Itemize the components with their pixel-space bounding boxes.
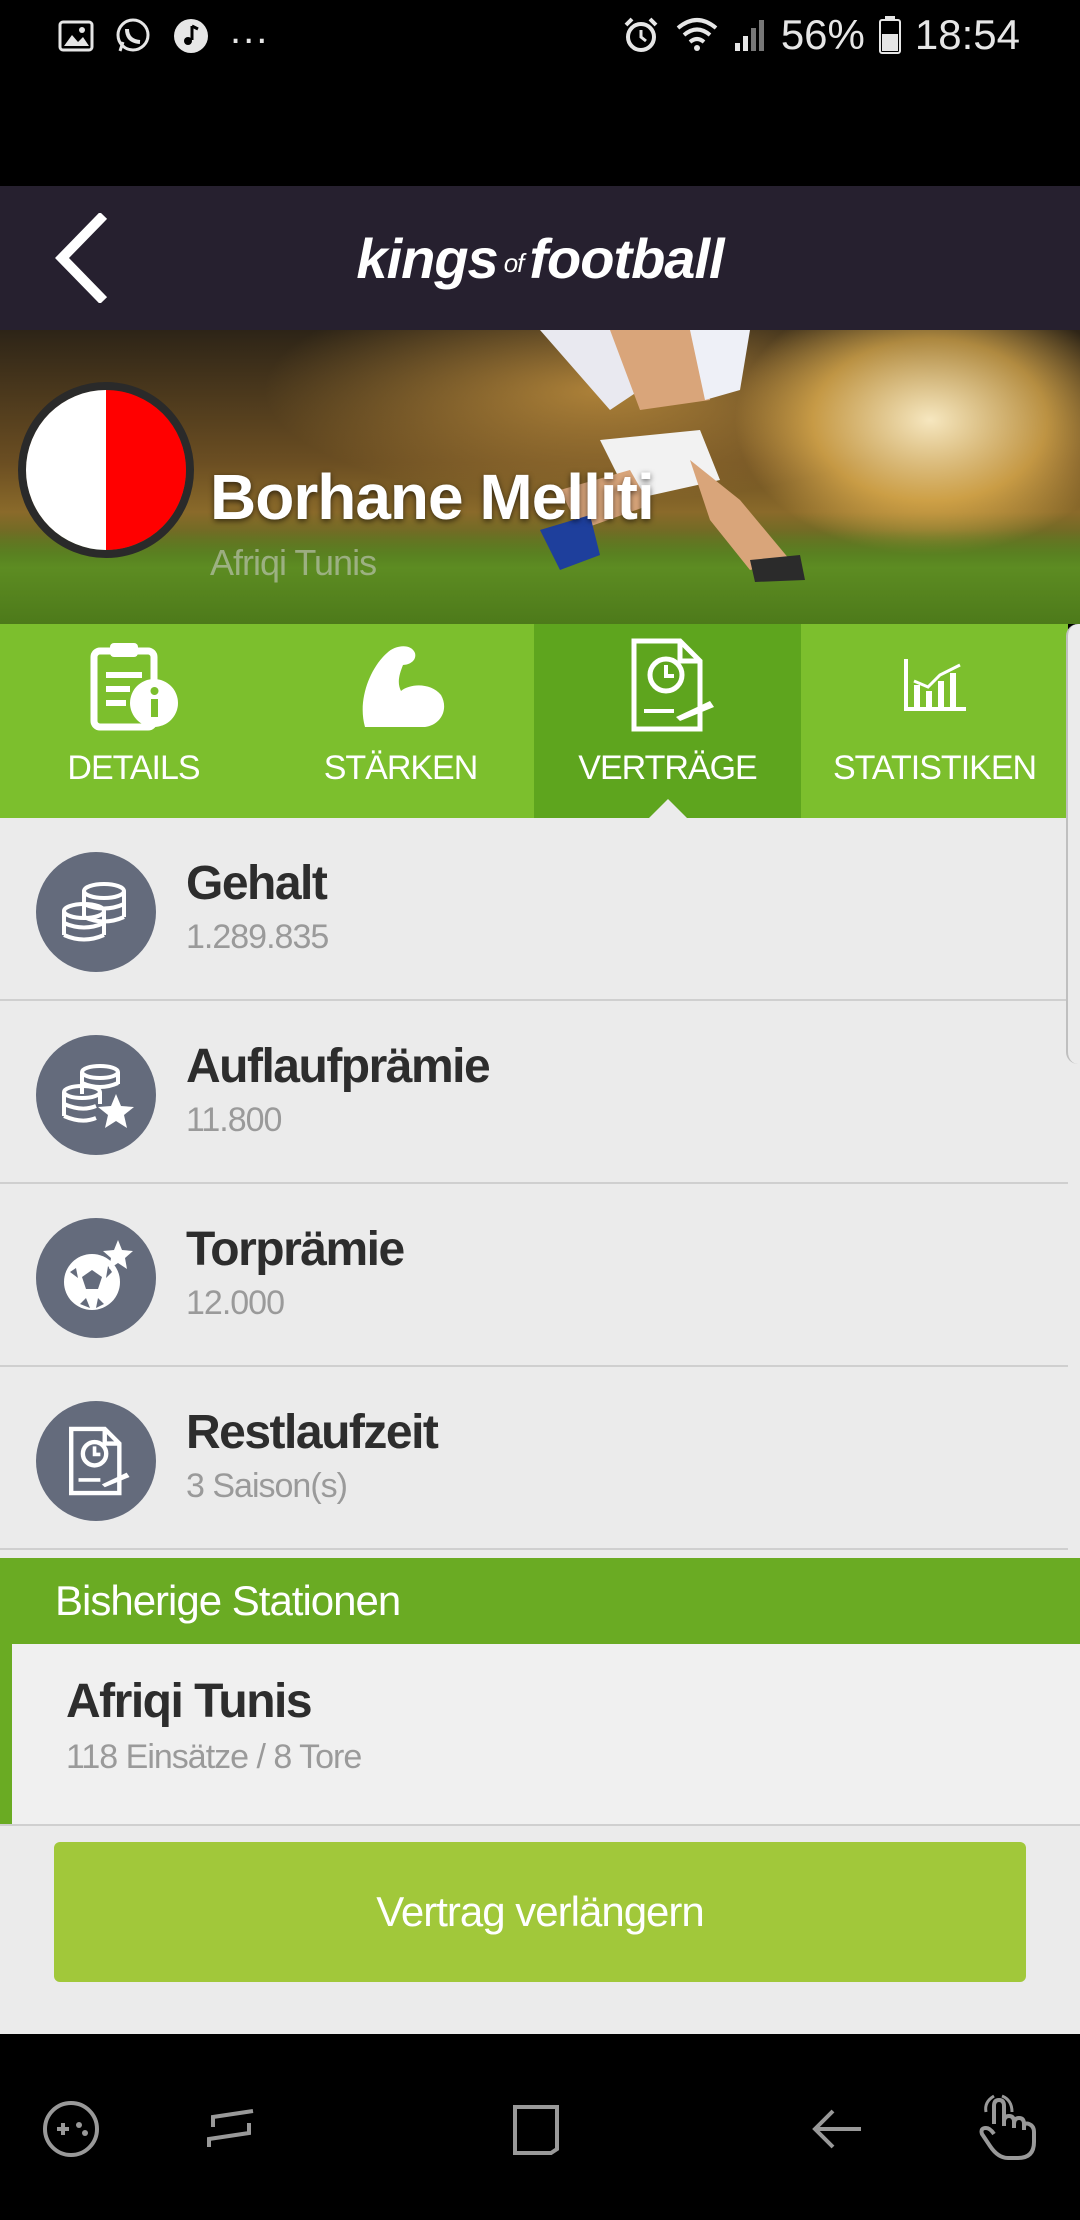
row-title: Gehalt: [186, 857, 328, 910]
whatsapp-notification-icon: [116, 18, 150, 52]
row-value: 12.000: [186, 1284, 285, 1322]
system-status: 56% 18:54: [621, 10, 1020, 60]
list-item-restlaufzeit: Restlaufzeit 3 Saison(s): [0, 1367, 1068, 1550]
game-tools-button[interactable]: [26, 2084, 116, 2174]
chevron-left-icon: [55, 213, 108, 303]
row-value: 11.800: [186, 1101, 282, 1139]
contract-content: Gehalt 1.289.835 Auflaufprämie 11.800 To…: [0, 818, 1080, 2034]
station-stats: 118 Einsätze / 8 Tore: [66, 1738, 362, 1776]
row-title: Auflaufprämie: [186, 1040, 491, 1093]
battery-percent: 56%: [780, 11, 865, 58]
coins-star-icon: [36, 1035, 156, 1155]
wifi-icon: [676, 18, 718, 51]
home-button[interactable]: [490, 2084, 580, 2174]
station-club-name: Afriqi Tunis: [66, 1675, 313, 1728]
list-item-gehalt: Gehalt 1.289.835: [0, 818, 1068, 1001]
gallery-notification-icon: [58, 20, 94, 52]
contract-clock-icon: [613, 635, 723, 735]
tab-vertraege-label: VERTRÄGE: [578, 749, 757, 787]
active-tab-indicator: [647, 799, 688, 819]
row-title: Restlaufzeit: [186, 1406, 439, 1459]
player-name: Borhane Melliti: [210, 461, 655, 533]
battery-icon: [878, 16, 901, 54]
app-header: kings of football: [0, 186, 1080, 330]
tab-staerken-label: STÄRKEN: [323, 749, 479, 787]
player-hero-banner: Borhane Melliti Afriqi Tunis: [0, 330, 1080, 624]
system-nav-bar: [0, 2034, 1080, 2220]
back-button[interactable]: [30, 206, 130, 310]
clock-time: 18:54: [914, 11, 1020, 58]
club-crest: [18, 382, 194, 558]
crest-white-half: [26, 390, 106, 550]
back-nav-button[interactable]: [792, 2084, 882, 2174]
contract-clock-icon: [36, 1401, 156, 1521]
section-header-stations: Bisherige Stationen: [0, 1558, 1080, 1644]
row-title: Torprämie: [186, 1223, 405, 1276]
more-notifications: ...: [230, 7, 270, 52]
signal-icon: [734, 20, 764, 51]
tab-details[interactable]: DETAILS: [0, 624, 267, 818]
clipboard-info-icon: [79, 635, 189, 735]
back-arrow-icon: [812, 2109, 861, 2149]
notification-icons: ...: [58, 8, 269, 56]
tab-staerken[interactable]: STÄRKEN: [267, 624, 534, 818]
row-value: 3 Saison(s): [186, 1467, 348, 1505]
bar-chart-icon: [880, 635, 990, 735]
tab-statistiken-label: STATISTIKEN: [832, 749, 1037, 787]
extend-contract-button[interactable]: Vertrag verlängern: [54, 1842, 1026, 1982]
logo-kings: kings: [356, 226, 498, 290]
list-item-station: Afriqi Tunis 118 Einsätze / 8 Tore: [0, 1644, 1080, 1826]
tab-vertraege[interactable]: VERTRÄGE: [534, 624, 801, 819]
flexed-arm-icon: [346, 635, 456, 735]
list-item-auflaufpraemie: Auflaufprämie 11.800: [0, 1001, 1068, 1184]
gesture-button[interactable]: [962, 2084, 1052, 2174]
home-square-icon: [513, 2105, 559, 2155]
status-bar: ... 56% 18:54: [0, 0, 1080, 186]
tab-statistiken[interactable]: STATISTIKEN: [801, 624, 1068, 818]
station-accent: [0, 1644, 12, 1824]
alarm-icon: [624, 17, 658, 52]
tab-details-label: DETAILS: [67, 749, 200, 787]
tab-bar: DETAILS STÄRKEN VERTRÄGE STATISTIKEN: [0, 624, 1068, 819]
recent-apps-icon: [207, 2109, 254, 2147]
ball-star-icon: [36, 1218, 156, 1338]
crest-red-half: [106, 390, 186, 550]
music-notification-icon: [174, 19, 208, 53]
list-item-torpraemie: Torprämie 12.000: [0, 1184, 1068, 1367]
coins-stack-icon: [36, 852, 156, 972]
logo-of: of: [503, 247, 525, 278]
logo-football: football: [529, 226, 724, 290]
side-panel-handle[interactable]: [1066, 624, 1080, 1064]
gamepad-icon: [43, 2101, 99, 2157]
recent-apps-button[interactable]: [186, 2084, 276, 2174]
row-value: 1.289.835: [186, 918, 329, 956]
app-logo: kings of football: [0, 186, 1080, 330]
player-club: Afriqi Tunis: [210, 542, 377, 583]
touch-hand-icon: [979, 2094, 1036, 2160]
